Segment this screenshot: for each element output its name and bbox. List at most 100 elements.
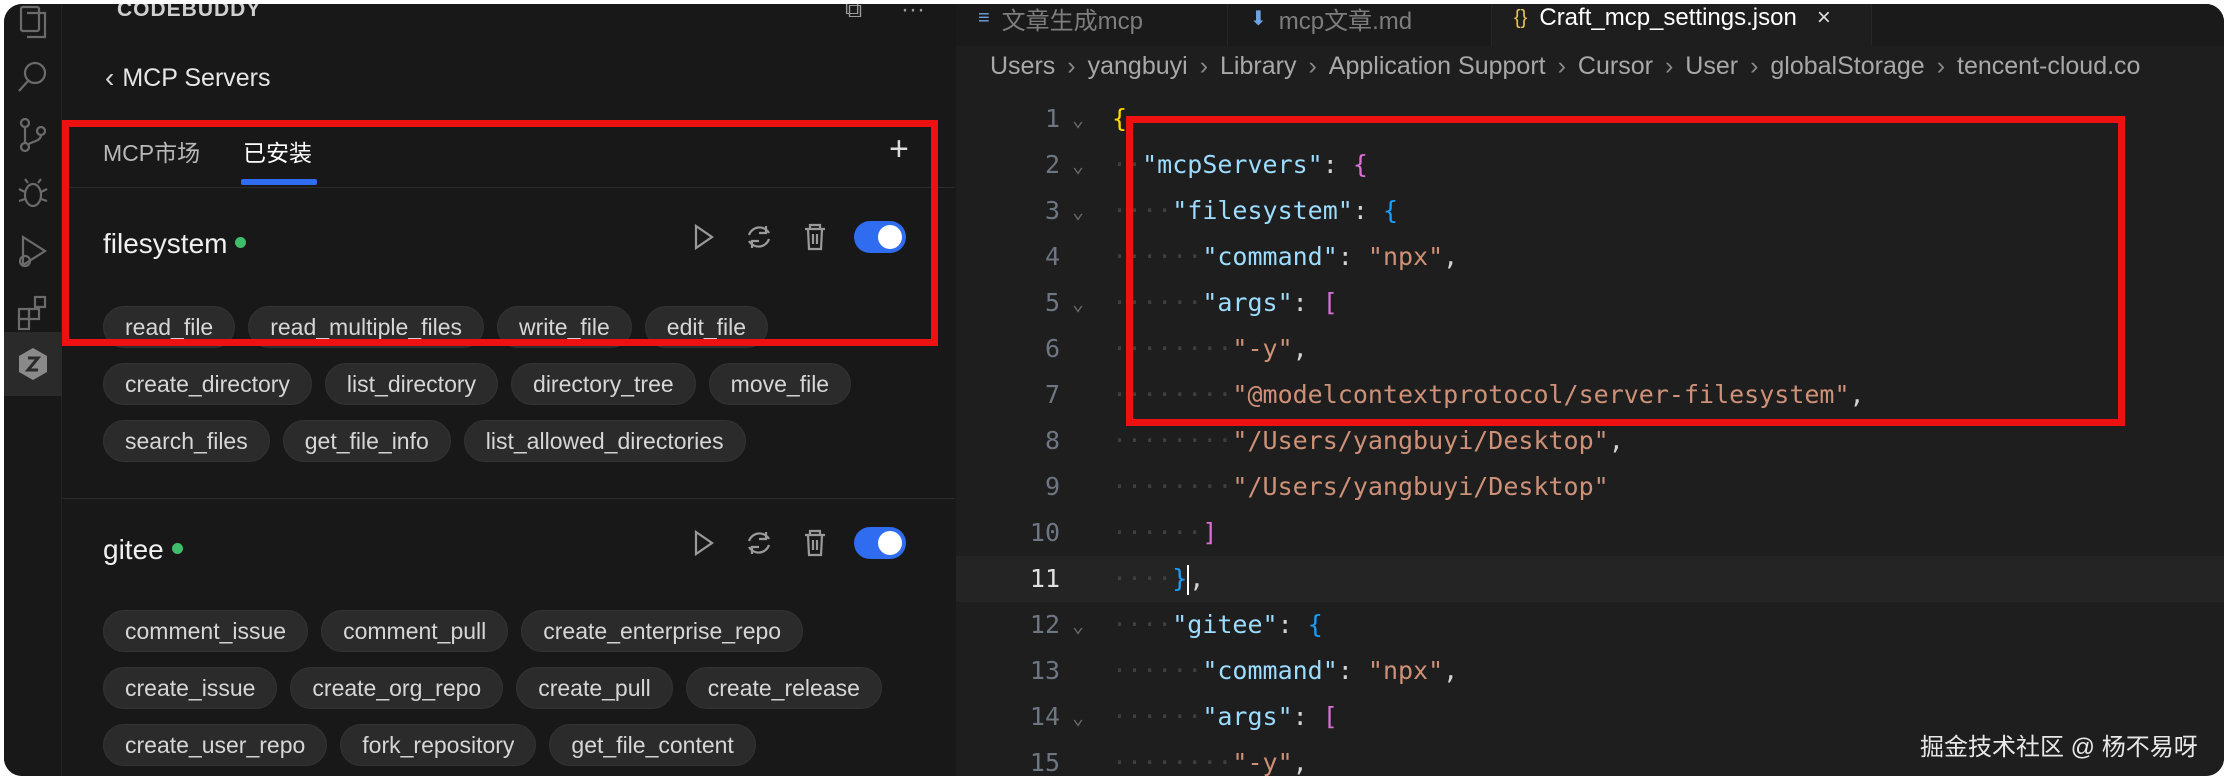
refresh-icon[interactable]	[742, 526, 776, 560]
line-number: 15	[1029, 748, 1060, 776]
status-dot	[171, 543, 183, 555]
tool-chip[interactable]: create_org_repo	[290, 667, 504, 709]
line-number: 1	[1044, 104, 1060, 133]
line-number: 9	[1044, 472, 1060, 501]
source-control-icon[interactable]	[10, 112, 56, 158]
line-number: 12	[1029, 610, 1060, 639]
line-number: 7	[1044, 380, 1060, 409]
list-icon: ≡	[978, 6, 990, 29]
breadcrumb-item[interactable]: Library	[1220, 52, 1296, 81]
tool-chip[interactable]: create_pull	[516, 667, 673, 709]
server-name: gitee	[103, 534, 183, 566]
editor-tab-active[interactable]: {} Craft_mcp_settings.json ×	[1492, 4, 1872, 46]
chevron-right-icon: ›	[1936, 52, 1946, 80]
breadcrumb-item[interactable]: yangbuyi	[1088, 52, 1188, 81]
line-number: 2	[1044, 150, 1060, 179]
fold-chevron-icon[interactable]: ⌄	[1072, 188, 1084, 234]
chevron-left-icon: ‹	[105, 62, 115, 93]
close-icon[interactable]: ×	[1817, 4, 1831, 32]
more-icon[interactable]: ···	[901, 4, 925, 24]
code-line[interactable]: 13 ······"command": "npx",	[956, 648, 2224, 694]
json-icon: {}	[1514, 6, 1528, 29]
markdown-icon: ⬇	[1250, 7, 1267, 30]
code-line[interactable]: 11 ····},	[956, 556, 2224, 602]
tool-chip[interactable]: get_file_content	[549, 724, 756, 766]
tool-chip[interactable]: create_enterprise_repo	[521, 610, 804, 652]
tool-chip[interactable]: comment_issue	[103, 610, 309, 652]
line-number: 3	[1044, 196, 1060, 225]
breadcrumb-item[interactable]: Application Support	[1329, 52, 1546, 81]
code-line[interactable]: 10 ······]	[956, 510, 2224, 556]
enable-toggle[interactable]	[854, 527, 906, 559]
tool-chip[interactable]: fork_repository	[340, 724, 537, 766]
breadcrumb-item[interactable]: User	[1685, 52, 1738, 81]
text-cursor	[1187, 565, 1190, 595]
tool-chip[interactable]: create_release	[685, 667, 882, 709]
line-number: 11	[1029, 564, 1060, 593]
tab-label: 文章生成mcp	[1001, 7, 1144, 35]
line-number: 8	[1044, 426, 1060, 455]
explorer-icon[interactable]	[10, 4, 56, 44]
tool-chip[interactable]: create_issue	[103, 667, 278, 709]
chevron-right-icon: ›	[1750, 52, 1759, 80]
codebuddy-icon[interactable]	[4, 332, 62, 396]
code-text: ····"gitee": {	[1112, 610, 1323, 639]
back-label: MCP Servers	[122, 63, 271, 92]
editor-tab-bar: ≡ 文章生成mcp ⬇ mcp文章.md {} Craft_mcp_settings.…	[956, 4, 2224, 46]
debug-icon[interactable]	[10, 170, 56, 216]
chevron-right-icon: ›	[1199, 52, 1209, 80]
back-to-mcp-servers[interactable]: ‹ MCP Servers	[105, 62, 271, 94]
tool-chip[interactable]: directory_tree	[511, 363, 696, 405]
server-actions	[686, 526, 906, 560]
code-line[interactable]: 12 ⌄ ····"gitee": {	[956, 602, 2224, 648]
breadcrumb-item[interactable]: tencent-cloud.co	[1957, 52, 2140, 81]
line-number: 13	[1029, 656, 1060, 685]
chevron-right-icon: ›	[1067, 52, 1076, 80]
line-number: 14	[1029, 702, 1060, 731]
divider	[63, 498, 955, 499]
delete-icon[interactable]	[798, 526, 832, 560]
breadcrumb: Users › yangbuyi › Library › Application Suppo…	[990, 52, 2140, 81]
run-debug-icon[interactable]	[10, 228, 56, 274]
code-text: {	[1112, 104, 1128, 133]
tool-chip[interactable]: list_allowed_directories	[463, 420, 746, 462]
editor-tab[interactable]: ⬇ mcp文章.md	[1228, 4, 1492, 46]
highlight-box	[1126, 116, 2125, 426]
tab-label: Craft_mcp_settings.json	[1539, 4, 1797, 31]
play-icon[interactable]	[686, 526, 720, 560]
watermark: 掘金技术社区 @ 杨不易呀	[1920, 734, 2198, 761]
code-text: ······"args": [	[1112, 702, 1338, 731]
tool-list: comment_issue comment_pull create_enterpri…	[103, 610, 923, 766]
chevron-right-icon: ›	[1664, 52, 1674, 80]
fold-chevron-icon[interactable]: ⌄	[1072, 280, 1084, 326]
breadcrumb-item[interactable]: Cursor	[1578, 52, 1653, 81]
editor-tab[interactable]: ≡ 文章生成mcp	[956, 4, 1228, 46]
fold-chevron-icon[interactable]: ⌄	[1072, 142, 1084, 188]
tool-chip[interactable]: get_file_info	[282, 420, 451, 462]
highlight-box	[62, 120, 938, 346]
tool-chip[interactable]: list_directory	[324, 363, 499, 405]
fold-chevron-icon[interactable]: ⌄	[1072, 694, 1084, 740]
app-window: CODEBUDDY ⧉ ··· ‹ MCP Servers MCP市场 已安装 …	[4, 4, 2224, 776]
tool-chip[interactable]: move_file	[708, 363, 852, 405]
plugin-icon[interactable]: ⧉	[845, 4, 862, 24]
chevron-right-icon: ›	[1557, 52, 1566, 80]
chevron-right-icon: ›	[1308, 52, 1317, 80]
code-line[interactable]: 9 ········"/Users/yangbuyi/Desktop"	[956, 464, 2224, 510]
tool-chip[interactable]: create_directory	[103, 363, 312, 405]
tool-chip[interactable]: comment_pull	[321, 610, 509, 652]
code-text: ······]	[1112, 518, 1218, 547]
search-icon[interactable]	[10, 54, 56, 100]
fold-chevron-icon[interactable]: ⌄	[1072, 602, 1084, 648]
fold-chevron-icon[interactable]: ⌄	[1072, 96, 1084, 142]
code-text: ······"command": "npx",	[1112, 656, 1459, 685]
tool-chip[interactable]: create_user_repo	[103, 724, 328, 766]
line-number: 4	[1044, 242, 1060, 271]
extensions-icon[interactable]	[10, 290, 56, 336]
code-text: ····},	[1112, 564, 1205, 595]
breadcrumb-item[interactable]: Users	[990, 52, 1055, 81]
code-text: ········"-y",	[1112, 748, 1308, 776]
tool-chip[interactable]: search_files	[103, 420, 270, 462]
code-text: ········"/Users/yangbuyi/Desktop"	[1112, 472, 1609, 501]
breadcrumb-item[interactable]: globalStorage	[1770, 52, 1924, 81]
